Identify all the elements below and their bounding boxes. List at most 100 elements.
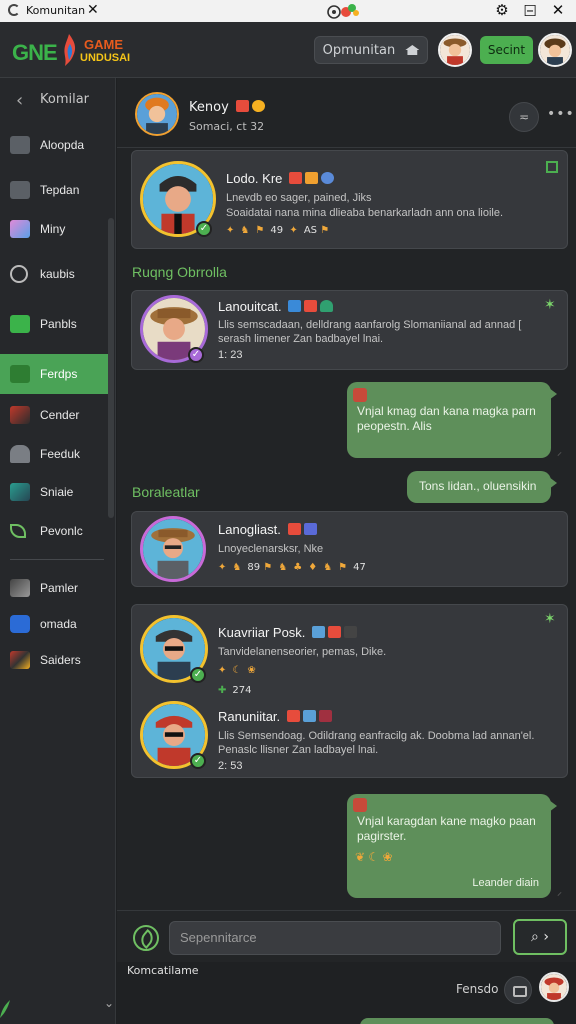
- app-logo[interactable]: GNE GAME UNDUSAI: [10, 34, 140, 68]
- game-thumb-icon: [10, 220, 30, 238]
- emoji-leaf-button[interactable]: [133, 925, 159, 951]
- leaf-icon: [10, 524, 26, 538]
- post-author: Ranuniitar.: [218, 709, 332, 724]
- sidebar-divider: [10, 559, 104, 560]
- gear-icon[interactable]: ⚙: [492, 1, 512, 19]
- chat-bubble-partial: [360, 1018, 554, 1024]
- post-card[interactable]: Lanogliast. Lnoyeclenarsksr, Nke ✦ ♞ 89 ⚑ ♞…: [131, 511, 568, 587]
- emoji-icon: [312, 626, 326, 638]
- avatar[interactable]: [140, 516, 206, 582]
- sidebar-item-label: Cender: [40, 408, 80, 422]
- sidebar-item[interactable]: Aloopda: [0, 128, 108, 162]
- sidebar-item-label: Ferdps: [40, 367, 78, 381]
- community-button[interactable]: Opmunitan: [314, 36, 428, 64]
- sidebar-back[interactable]: ‹ Komilar: [0, 86, 116, 116]
- sidebar-item-label: Panbls: [40, 317, 77, 331]
- post-author: Lodo. Kre: [226, 171, 334, 186]
- game-thumb-icon: [10, 483, 30, 501]
- message-composer: Sepennitarce ⌕ ›: [117, 910, 576, 962]
- emoji-icon: [303, 523, 317, 535]
- emoji-icon: [289, 172, 302, 184]
- post-card[interactable]: ✓ ✶ Lanouitcat. Llis semscadaan, delldra…: [131, 290, 568, 370]
- chat-action-button[interactable]: ≂: [509, 102, 539, 132]
- post-time: 2: 53: [218, 760, 243, 772]
- logo-word: UNDUSAI: [80, 52, 131, 64]
- post-text: Llis semscadaan, delldrang aanfarolg Slo…: [218, 319, 522, 331]
- avatar[interactable]: [438, 33, 472, 67]
- search-send-button[interactable]: ⌕ ›: [513, 919, 567, 955]
- user-avatar[interactable]: [539, 972, 569, 1002]
- maximize-icon[interactable]: ☐: [520, 2, 540, 20]
- app-icon: [8, 4, 20, 16]
- emoji-icon: [318, 710, 332, 722]
- tab-close-icon[interactable]: ✕: [87, 2, 99, 18]
- sidebar-item[interactable]: Pamler: [0, 571, 108, 605]
- sidebar-item[interactable]: Miny: [0, 212, 108, 246]
- home-icon: [405, 45, 420, 55]
- book-icon: [10, 181, 30, 199]
- verified-check-icon: ✓: [190, 753, 206, 769]
- bubble-footer: Leander diain: [472, 877, 539, 889]
- thumb-emoji-icon: [251, 100, 265, 112]
- check-icon: [10, 315, 30, 333]
- calendar-button[interactable]: [504, 976, 532, 1004]
- chat-bubble-outgoing[interactable]: Vnjal kmag dan kana magka parn peopestn.…: [347, 382, 557, 458]
- chevron-left-icon: ‹: [16, 90, 24, 111]
- post-time: 1: 23: [218, 349, 243, 361]
- leaf-icon: [0, 1000, 10, 1018]
- app-header: GNE GAME UNDUSAI Opmunitan Secint: [0, 22, 576, 78]
- sidebar-item-label: Feeduk: [40, 447, 81, 461]
- sidebar-item[interactable]: kaubis: [0, 257, 108, 291]
- chat-bubble-outgoing[interactable]: Vnjal karagdan kane magko paan pagirster…: [347, 794, 557, 898]
- post-card[interactable]: ✓ ✶ Kuavriiar Posk. Tanvidelanenseorier,…: [131, 604, 568, 778]
- user-avatar[interactable]: [538, 33, 572, 67]
- post-author: Lanogliast.: [218, 522, 317, 537]
- sidebar-item[interactable]: Tepdan: [0, 173, 108, 207]
- chat-avatar[interactable]: [135, 92, 179, 136]
- star-icon: ✶: [544, 297, 556, 313]
- sidebar-item[interactable]: Sniaie: [0, 475, 108, 509]
- bubble-text: Vnjal kmag dan kana magka parn peopestn.…: [357, 404, 536, 433]
- post-stats: ✦ ♞ 89 ⚑ ♞ ♣ ♦ ♞ ⚑ 47: [218, 562, 366, 573]
- sidebar-item-label: Saiders: [40, 653, 81, 667]
- sidebar: ‹ Komilar Aloopda Tepdan Miny kaubis Pan…: [0, 78, 116, 1024]
- post-stats: ✦ ♞ ⚑ 49 ✦ AS ⚑: [226, 225, 330, 236]
- sidebar-item[interactable]: omada: [0, 607, 108, 641]
- secint-button[interactable]: Secint: [480, 36, 533, 64]
- sidebar-item[interactable]: Saiders: [0, 643, 108, 677]
- post-author: Lanouitcat.: [218, 299, 334, 314]
- sidebar-item[interactable]: Cender: [0, 398, 108, 432]
- sidebar-item[interactable]: Pevonlc: [0, 514, 108, 548]
- mini-avatar: [353, 798, 367, 812]
- verified-check-icon: ✓: [190, 667, 206, 683]
- sidebar-item[interactable]: Feeduk: [0, 437, 108, 471]
- chat-bubble-outgoing[interactable]: Tons lidan., oluensikin: [407, 471, 557, 503]
- more-options-icon[interactable]: •••: [547, 106, 575, 122]
- sidebar-item-active[interactable]: Ferdps: [0, 354, 108, 394]
- emoji-icon: [321, 172, 334, 184]
- sidebar-scrollbar[interactable]: [108, 218, 114, 518]
- post-text: Penaslc llisner Zan ladbayel lnai.: [218, 744, 379, 756]
- chat-panel: Kenoy Somaci, ct 32 ≂ ••• ✓ Lodo. Kre Ln…: [117, 78, 576, 1024]
- window-title: Komunitan: [26, 4, 86, 17]
- bubble-reactions: ❦ ☾ ❀: [355, 850, 393, 864]
- sidebar-item-label: omada: [40, 617, 77, 631]
- logo-word: GNE: [12, 40, 58, 65]
- sidebar-item[interactable]: Panbls: [0, 307, 108, 341]
- message-input[interactable]: Sepennitarce: [169, 921, 501, 955]
- chevron-down-icon[interactable]: ⌄: [104, 996, 114, 1010]
- post-reactions: ✦ ☾ ❀: [218, 665, 256, 676]
- post-card[interactable]: ✓ Lodo. Kre Lnevdb eo sager, pained, Jik…: [131, 150, 568, 249]
- chat-footer: Komcatilame Fensdo: [117, 962, 576, 1024]
- bubble-text: Tons lidan., oluensikin: [419, 479, 537, 493]
- post-text: Tanvidelanenseorier, pemas, Dike.: [218, 646, 387, 658]
- chat-header: Kenoy Somaci, ct 32 ≂ •••: [117, 78, 576, 148]
- emoji-icon: [328, 626, 342, 638]
- post-text: Lnoyeclenarsksr, Nke: [218, 543, 324, 555]
- close-icon[interactable]: ✕: [548, 1, 568, 19]
- sidebar-item-label: kaubis: [40, 267, 75, 281]
- mini-avatar: [353, 388, 367, 402]
- chat-subtitle: Somaci, ct 32: [189, 120, 265, 133]
- game-thumb-icon: [10, 615, 30, 633]
- emoji-icon: [344, 626, 358, 638]
